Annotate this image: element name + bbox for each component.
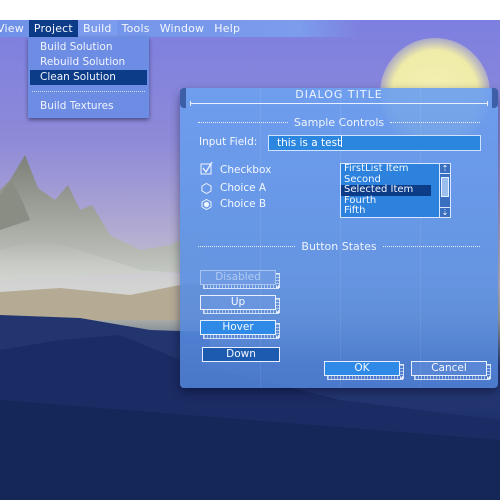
hover-button[interactable]: Hover	[200, 320, 280, 339]
menu-window[interactable]: Window	[155, 20, 210, 37]
input-field-label: Input Field:	[199, 136, 258, 148]
up-button[interactable]: Up	[200, 295, 280, 314]
paper-fold	[340, 88, 341, 388]
menu-build[interactable]: Build	[77, 20, 117, 37]
cancel-button[interactable]: Cancel	[411, 361, 491, 380]
list-item[interactable]: FirstList Item	[341, 163, 431, 175]
checkbox-label[interactable]: Checkbox	[220, 164, 271, 176]
radio-unselected-icon[interactable]	[201, 183, 212, 194]
section-button-states: Button States	[198, 239, 481, 253]
section-sample-controls: Sample Controls	[198, 115, 481, 129]
scrollbar-thumb[interactable]	[441, 177, 449, 197]
menu-bar: View Project Build Tools Window Help	[0, 20, 500, 37]
checkbox-checked-icon[interactable]	[200, 162, 213, 175]
ok-button[interactable]: OK	[324, 361, 404, 380]
section-heading: Button States	[301, 239, 377, 253]
dialog-title[interactable]: DIALOG TITLE	[180, 88, 498, 102]
menu-item-build-textures[interactable]: Build Textures	[30, 99, 147, 114]
disabled-button: Disabled	[200, 270, 280, 289]
list-scrollbar[interactable]: ⇡ ⇣	[439, 164, 450, 217]
text-input[interactable]: this is a test	[268, 135, 481, 151]
project-dropdown-menu: Build Solution Rebuild Solution Clean So…	[28, 37, 149, 118]
menu-view[interactable]: View	[0, 20, 29, 37]
title-rule	[190, 101, 488, 106]
radio-selected-icon[interactable]	[201, 199, 212, 210]
list-item-selected[interactable]: Selected Item	[341, 184, 431, 196]
section-heading: Sample Controls	[293, 115, 385, 129]
paper-fold	[420, 88, 421, 388]
menu-item-build-solution[interactable]: Build Solution	[30, 40, 147, 55]
radio-label-choice-b[interactable]: Choice B	[220, 198, 266, 210]
down-button[interactable]: Down	[202, 347, 280, 362]
menu-item-clean-solution[interactable]: Clean Solution	[30, 70, 147, 85]
menu-project[interactable]: Project	[28, 20, 78, 37]
menu-separator	[32, 91, 145, 92]
list-item[interactable]: Fifth	[341, 205, 431, 217]
dialog-window: DIALOG TITLE Sample Controls Input Field…	[180, 88, 498, 388]
menu-help[interactable]: Help	[209, 20, 245, 37]
text-caret	[341, 136, 343, 147]
scroll-down-arrow-icon[interactable]: ⇣	[440, 207, 450, 217]
radio-label-choice-a[interactable]: Choice A	[220, 182, 266, 194]
scroll-up-arrow-icon[interactable]: ⇡	[440, 164, 450, 174]
list-box[interactable]: FirstList Item Second Selected Item Four…	[340, 163, 451, 218]
menu-tools[interactable]: Tools	[117, 20, 155, 37]
menu-item-rebuild-solution[interactable]: Rebuild Solution	[30, 55, 147, 70]
paper-fold	[260, 88, 261, 388]
